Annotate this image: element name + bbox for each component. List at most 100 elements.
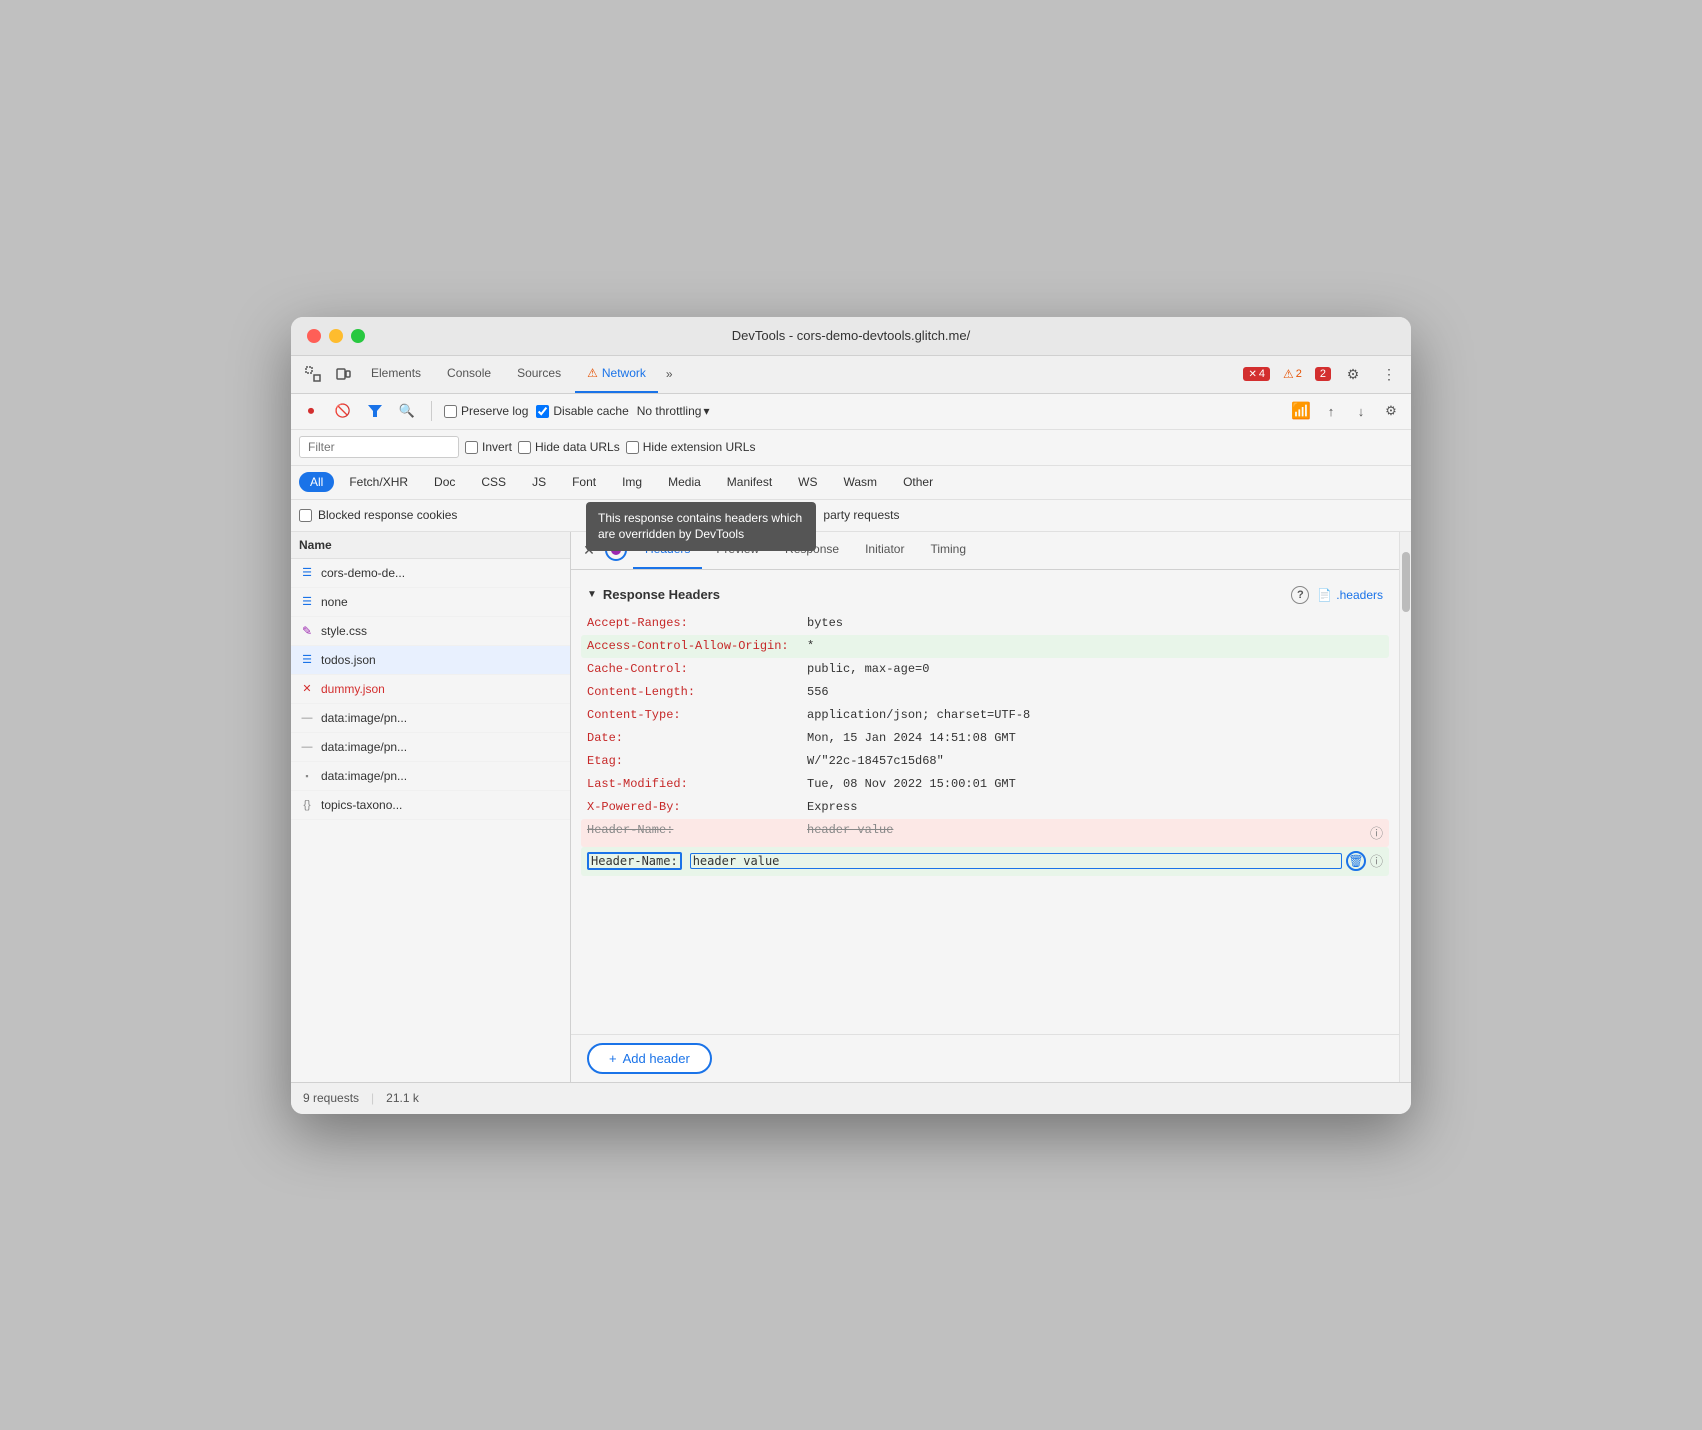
inspect-element-icon[interactable] <box>299 360 327 388</box>
filter-media[interactable]: Media <box>657 472 712 492</box>
warning-badge: ⚠ 2 <box>1278 366 1307 382</box>
error-badge: ✕ 4 <box>1243 367 1270 381</box>
css-icon: ✎ <box>299 623 315 639</box>
filter-img[interactable]: Img <box>611 472 653 492</box>
header-row: Content-Type: application/json; charset=… <box>587 704 1383 727</box>
section-actions: ? 📄 .headers <box>1291 586 1383 604</box>
headers-file-button[interactable]: 📄 .headers <box>1317 588 1383 602</box>
disable-cache-checkbox[interactable] <box>536 405 549 418</box>
disable-cache-label[interactable]: Disable cache <box>536 404 628 418</box>
header-row: Date: Mon, 15 Jan 2024 14:51:08 GMT <box>587 727 1383 750</box>
device-toolbar-icon[interactable] <box>329 360 357 388</box>
hide-extension-urls-checkbox[interactable] <box>626 441 639 454</box>
tab-timing[interactable]: Timing <box>918 532 978 570</box>
header-row: Cache-Control: public, max-age=0 <box>587 658 1383 681</box>
headers-content: ▼ Response Headers ? 📄 .headers Accept-R… <box>571 570 1399 1034</box>
title-bar: DevTools - cors-demo-devtools.glitch.me/ <box>291 317 1411 356</box>
scrollbar[interactable] <box>1399 532 1411 1082</box>
filter-input[interactable] <box>299 436 459 458</box>
filter-icon[interactable] <box>363 399 387 423</box>
minimize-window-button[interactable] <box>329 329 343 343</box>
badge-area: ✕ 4 ⚠ 2 2 ⚙ ⋮ <box>1243 360 1403 388</box>
network-warning-icon: ⚠ <box>587 366 598 380</box>
list-item[interactable]: ✎ style.css <box>291 617 570 646</box>
download-icon[interactable]: ↓ <box>1349 399 1373 423</box>
filter-manifest[interactable]: Manifest <box>716 472 783 492</box>
scrollbar-thumb[interactable] <box>1402 552 1410 612</box>
filter-css[interactable]: CSS <box>470 472 517 492</box>
devtools-window: DevTools - cors-demo-devtools.glitch.me/… <box>291 317 1411 1114</box>
more-options-icon[interactable]: ⋮ <box>1375 360 1403 388</box>
error-icon: ✕ <box>299 681 315 697</box>
record-button[interactable]: ⏺ <box>299 399 323 423</box>
filter-font[interactable]: Font <box>561 472 607 492</box>
devtools-tab-bar: Elements Console Sources ⚠ Network » ✕ 4… <box>291 356 1411 394</box>
doc-icon: ☰ <box>299 594 315 610</box>
upload-icon[interactable]: ↑ <box>1319 399 1343 423</box>
filter-doc[interactable]: Doc <box>423 472 466 492</box>
preserve-log-checkbox[interactable] <box>444 405 457 418</box>
img-icon: — <box>299 739 315 755</box>
close-window-button[interactable] <box>307 329 321 343</box>
file-icon: 📄 <box>1317 588 1332 602</box>
more-tabs-button[interactable]: » <box>660 363 679 385</box>
doc-icon: ☰ <box>299 565 315 581</box>
list-item[interactable]: ☰ none <box>291 588 570 617</box>
preserve-log-label[interactable]: Preserve log <box>444 404 528 418</box>
tab-console[interactable]: Console <box>435 355 503 393</box>
add-header-label: Add header <box>623 1051 690 1066</box>
list-item[interactable]: ▪ data:image/pn... <box>291 762 570 791</box>
settings-icon[interactable]: ⚙ <box>1339 360 1367 388</box>
network-settings-icon[interactable]: ⚙ <box>1379 399 1403 423</box>
throttle-select[interactable]: No throttling ▾ <box>637 404 710 418</box>
filter-all[interactable]: All <box>299 472 334 492</box>
status-bar: 9 requests | 21.1 k <box>291 1082 1411 1114</box>
list-item[interactable]: — data:image/pn... <box>291 704 570 733</box>
tab-sources[interactable]: Sources <box>505 355 573 393</box>
response-headers-section-title: ▼ Response Headers ? 📄 .headers <box>587 578 1383 612</box>
header-row: Content-Length: 556 <box>587 681 1383 704</box>
header-row: Etag: W/"22c-18457c15d68" <box>587 750 1383 773</box>
hide-extension-urls-label[interactable]: Hide extension URLs <box>626 440 756 454</box>
hide-data-urls-label[interactable]: Hide data URLs <box>518 440 620 454</box>
request-list-panel: Name ☰ cors-demo-de... ☰ none ✎ style.cs… <box>291 532 571 1082</box>
plus-icon: + <box>609 1051 617 1066</box>
header-row: Last-Modified: Tue, 08 Nov 2022 15:00:01… <box>587 773 1383 796</box>
tab-elements[interactable]: Elements <box>359 355 433 393</box>
window-title: DevTools - cors-demo-devtools.glitch.me/ <box>732 328 970 343</box>
help-icon[interactable]: ? <box>1291 586 1309 604</box>
tab-network[interactable]: ⚠ Network <box>575 355 658 393</box>
invert-label[interactable]: Invert <box>465 440 512 454</box>
header-row-highlighted: Access-Control-Allow-Origin: * <box>581 635 1389 658</box>
filter-wasm[interactable]: Wasm <box>833 472 889 492</box>
list-item[interactable]: ☰ cors-demo-de... <box>291 559 570 588</box>
hide-data-urls-checkbox[interactable] <box>518 441 531 454</box>
blocked-cookies-checkbox[interactable] <box>299 509 312 522</box>
list-item[interactable]: ✕ dummy.json <box>291 675 570 704</box>
json2-icon: {} <box>299 797 315 813</box>
tab-initiator[interactable]: Initiator <box>853 532 916 570</box>
list-item[interactable]: — data:image/pn... <box>291 733 570 762</box>
filter-fetch-xhr[interactable]: Fetch/XHR <box>338 472 419 492</box>
clear-button[interactable]: 🚫 <box>331 399 355 423</box>
tooltip-popup: This response contains headers which are… <box>586 502 816 552</box>
search-icon[interactable]: 🔍 <box>395 399 419 423</box>
info-icon-2[interactable]: ⓘ <box>1370 851 1383 870</box>
wifi-icon[interactable]: 📶 <box>1289 399 1313 423</box>
window-controls <box>307 329 365 343</box>
add-header-button[interactable]: + Add header <box>587 1043 712 1074</box>
invert-checkbox[interactable] <box>465 441 478 454</box>
network-toolbar: ⏺ 🚫 🔍 Preserve log Disable cache No thro… <box>291 394 1411 430</box>
header-row-strikethrough: Header-Name: header value ⓘ <box>581 819 1389 847</box>
list-item-selected[interactable]: ☰ todos.json <box>291 646 570 675</box>
filter-js[interactable]: JS <box>521 472 557 492</box>
filter-other[interactable]: Other <box>892 472 944 492</box>
delete-header-icon[interactable]: 🗑 <box>1346 851 1366 871</box>
maximize-window-button[interactable] <box>351 329 365 343</box>
chevron-down-icon: ▾ <box>703 404 709 418</box>
type-filter-bar: All Fetch/XHR Doc CSS JS Font Img Media … <box>291 466 1411 500</box>
filter-ws[interactable]: WS <box>787 472 828 492</box>
info-icon[interactable]: ⓘ <box>1370 823 1383 842</box>
triangle-icon: ▼ <box>587 589 597 600</box>
list-item[interactable]: {} topics-taxono... <box>291 791 570 820</box>
